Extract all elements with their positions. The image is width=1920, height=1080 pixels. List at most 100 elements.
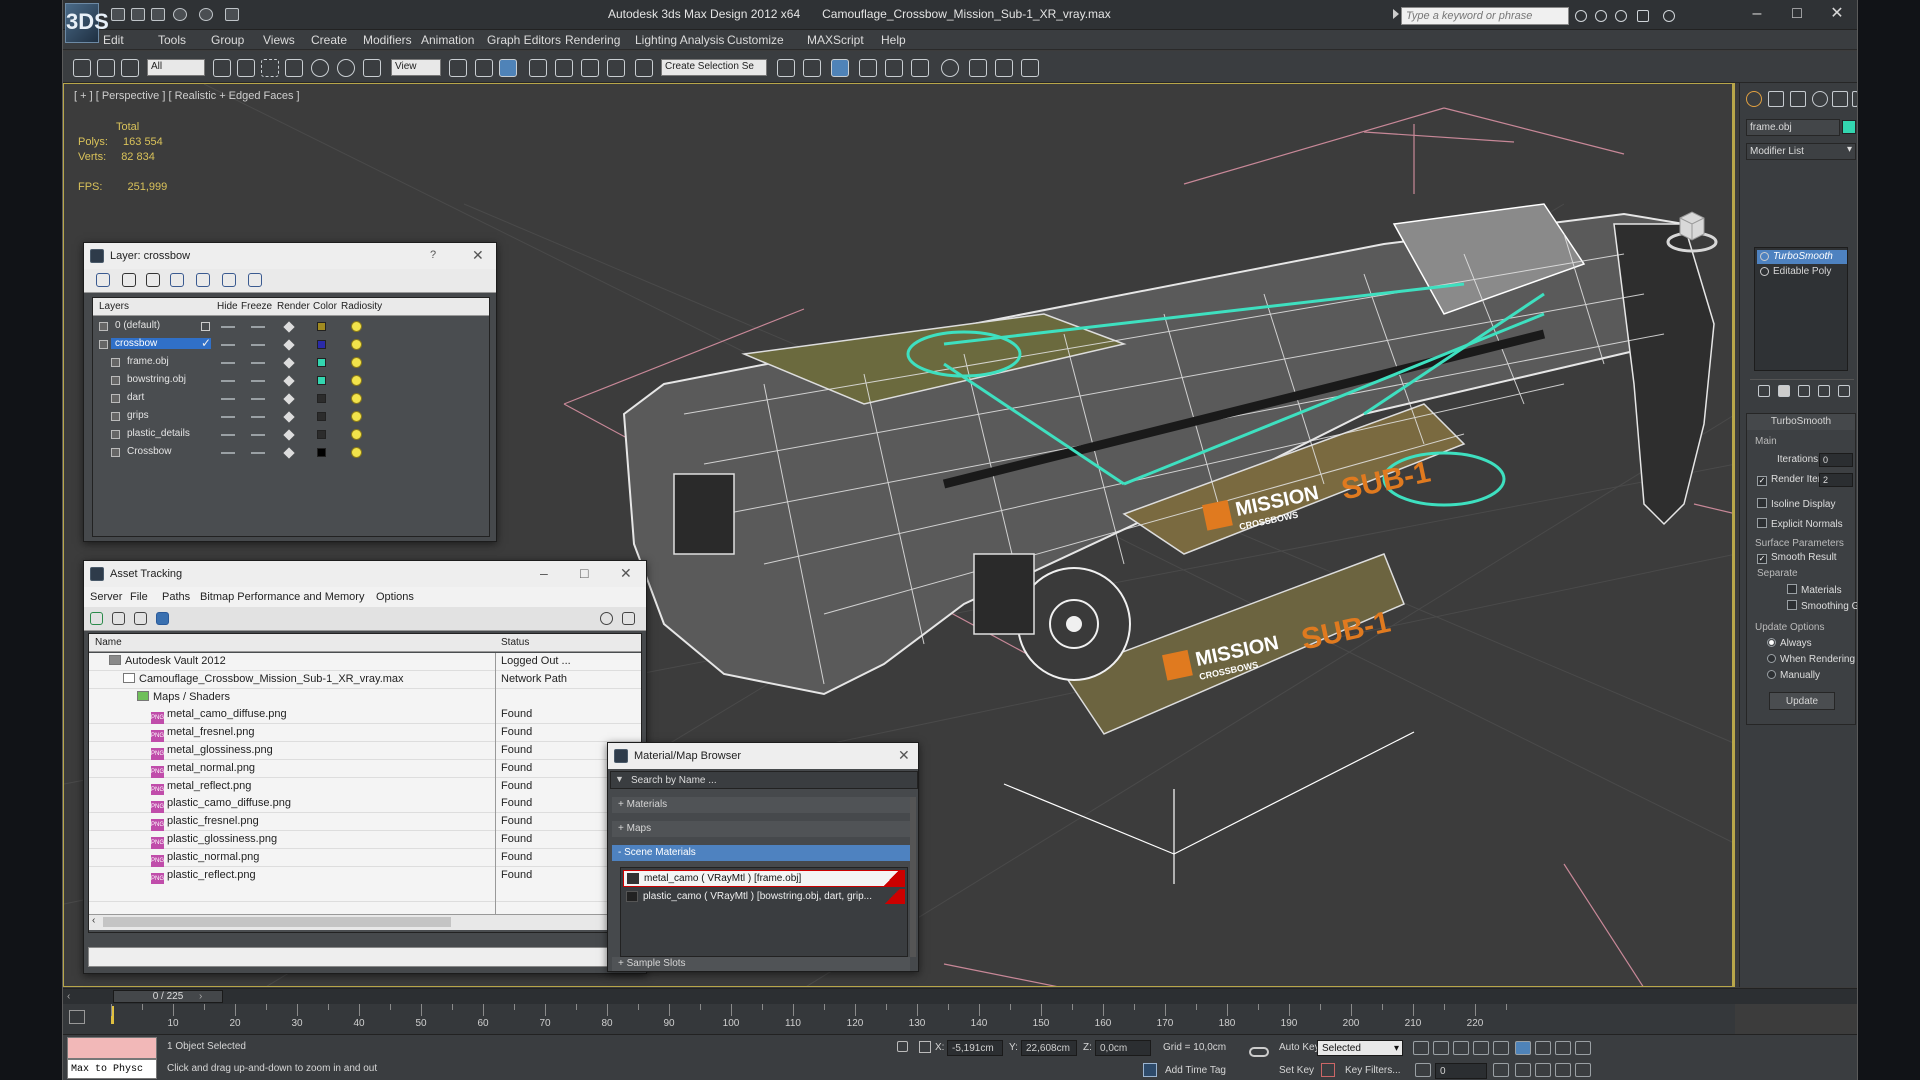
zoom-extents-all-icon[interactable] — [1575, 1041, 1591, 1055]
zoom-icon[interactable] — [1515, 1041, 1531, 1055]
sample-slots-section[interactable]: + Sample Slots — [612, 957, 910, 971]
key-icon[interactable] — [1615, 10, 1627, 22]
freeze-toggle[interactable] — [251, 398, 265, 400]
menu-maxscript[interactable]: MAXScript — [807, 33, 864, 47]
active-layer-check-icon[interactable]: ✓ — [201, 336, 211, 350]
layer-row[interactable]: bowstring.obj — [93, 372, 443, 390]
layer-column-hide[interactable]: Hide — [217, 301, 238, 312]
maps-section[interactable]: + Maps — [612, 821, 910, 837]
rendered-frame-window-icon[interactable] — [969, 59, 987, 77]
table-view-icon[interactable] — [134, 612, 147, 625]
when-rendering-radio[interactable] — [1767, 654, 1776, 663]
menu-customize[interactable]: Customize — [727, 33, 784, 47]
refresh-icon[interactable] — [90, 612, 103, 625]
select-object-icon[interactable] — [213, 59, 231, 77]
select-by-name-icon[interactable] — [237, 59, 255, 77]
object-color-swatch[interactable] — [1842, 120, 1856, 134]
key-mode-toggle-icon[interactable] — [1415, 1063, 1431, 1077]
render-teapot-icon[interactable] — [283, 411, 295, 423]
reference-coordinate-dropdown[interactable]: View — [391, 59, 441, 76]
window-crossing-icon[interactable] — [285, 59, 303, 77]
binoculars-icon[interactable] — [1575, 10, 1587, 22]
layer-row[interactable]: 0 (default) — [93, 318, 443, 336]
select-objects-in-layer-icon[interactable] — [170, 273, 184, 287]
mirror-icon[interactable] — [777, 59, 795, 77]
z-coordinate-field[interactable]: 0,0cm — [1095, 1040, 1151, 1056]
show-end-result-icon[interactable] — [1778, 385, 1790, 397]
menu-modifiers[interactable]: Modifiers — [363, 33, 412, 47]
set-key-icon[interactable] — [1321, 1063, 1335, 1077]
open-icon[interactable] — [131, 8, 145, 21]
asset-row[interactable]: PNG plastic_fresnel.png Found — [89, 813, 641, 832]
rotate-icon[interactable] — [337, 59, 355, 77]
hide-toggle[interactable] — [221, 416, 235, 418]
close-icon[interactable]: ✕ — [620, 565, 632, 582]
menu-animation[interactable]: Animation — [421, 33, 474, 47]
asset-menu-file[interactable]: File — [130, 591, 148, 603]
viewcube-icon[interactable] — [1666, 204, 1718, 254]
modifier-list-dropdown[interactable]: Modifier List ▾ — [1746, 143, 1856, 160]
next-frame-icon[interactable] — [1473, 1041, 1489, 1055]
maximize-icon[interactable]: □ — [580, 565, 588, 581]
absolute-mode-icon[interactable] — [919, 1041, 931, 1053]
hide-toggle[interactable] — [221, 344, 235, 346]
asset-row[interactable]: PNG metal_fresnel.png Found — [89, 724, 641, 743]
align-icon[interactable] — [803, 59, 821, 77]
asset-menu-bitmap-performance-and-memory[interactable]: Bitmap Performance and Memory — [200, 591, 364, 603]
viewport-label[interactable]: [ + ] [ Perspective ] [ Realistic + Edge… — [74, 90, 300, 102]
horizontal-scrollbar[interactable]: ‹ › — [89, 914, 641, 930]
freeze-toggle[interactable] — [251, 326, 265, 328]
scroll-left-icon[interactable]: ‹ — [92, 915, 95, 926]
project-folder-icon[interactable] — [225, 8, 239, 21]
menu-views[interactable]: Views — [263, 33, 295, 47]
scene-materials-section[interactable]: - Scene Materials — [612, 845, 910, 861]
new-icon[interactable] — [111, 8, 125, 21]
render-teapot-icon[interactable] — [283, 393, 295, 405]
y-coordinate-field[interactable]: 22,608cm — [1021, 1040, 1077, 1056]
spinner-snap-icon[interactable] — [607, 59, 625, 77]
object-name-field[interactable]: frame.obj — [1746, 119, 1840, 136]
current-frame-field[interactable]: 0 — [1435, 1063, 1487, 1079]
go-to-end-icon[interactable] — [1493, 1041, 1509, 1055]
asset-row[interactable]: PNG plastic_glossiness.png Found — [89, 831, 641, 849]
render-teapot-icon[interactable] — [283, 321, 295, 333]
explicit-normals-checkbox[interactable] — [1757, 518, 1767, 528]
schematic-view-icon[interactable] — [885, 59, 903, 77]
rollout-title[interactable]: TurboSmooth — [1747, 414, 1855, 430]
stack-item[interactable]: TurboSmooth — [1757, 250, 1847, 264]
named-selection-dropdown[interactable]: Create Selection Se — [661, 59, 767, 76]
communication-center-icon[interactable] — [1595, 10, 1607, 22]
menu-tools[interactable]: Tools — [158, 33, 186, 47]
asset-row[interactable]: PNG plastic_normal.png Found — [89, 848, 641, 867]
hide-toggle[interactable] — [221, 452, 235, 454]
remove-modifier-icon[interactable] — [1818, 385, 1830, 397]
manually-radio[interactable] — [1767, 670, 1776, 679]
radiosity-lightbulb-icon[interactable] — [351, 321, 362, 332]
update-button[interactable]: Update — [1769, 692, 1835, 710]
options-chevron-icon[interactable]: ▼ — [615, 774, 624, 784]
link-icon[interactable] — [73, 59, 91, 77]
menu-graph-editors[interactable]: Graph Editors — [487, 33, 561, 47]
pivot-center-icon[interactable] — [449, 59, 467, 77]
display-tab-icon[interactable] — [1832, 91, 1848, 107]
key-filters-button[interactable]: Key Filters... — [1345, 1065, 1401, 1076]
radiosity-lightbulb-icon[interactable] — [351, 393, 362, 404]
layer-list[interactable]: Layers Hide Freeze Render Color Radiosity 0 (… — [92, 297, 490, 537]
scale-icon[interactable] — [363, 59, 381, 77]
asset-row[interactable]: Autodesk Vault 2012 Logged Out ... — [89, 653, 641, 671]
selection-lock-icon[interactable] — [897, 1041, 908, 1052]
delete-layer-icon[interactable] — [122, 273, 136, 287]
help-icon[interactable]: ? — [430, 249, 436, 261]
auto-key-button[interactable]: Auto Key — [1279, 1042, 1320, 1053]
freeze-toggle[interactable] — [251, 434, 265, 436]
make-unique-icon[interactable] — [1798, 385, 1810, 397]
layer-row[interactable]: grips — [93, 408, 443, 426]
freeze-toggle[interactable] — [251, 452, 265, 454]
time-slider[interactable]: ‹ 0 / 225 › — [63, 988, 1857, 1004]
isoline-checkbox[interactable] — [1757, 498, 1767, 508]
help-search-input[interactable]: Type a keyword or phrase — [1401, 7, 1569, 25]
hide-toggle[interactable] — [221, 326, 235, 328]
asset-row[interactable]: PNG plastic_reflect.png Found — [89, 866, 641, 885]
layer-row[interactable]: dart — [93, 390, 443, 408]
render-teapot-icon[interactable] — [283, 357, 295, 369]
